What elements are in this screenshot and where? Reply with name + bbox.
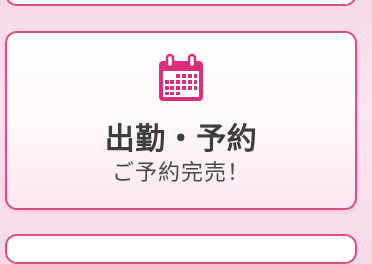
schedule-reservation-button[interactable]: 出勤・予約 ご予約完売！ [5,31,357,210]
card-subtitle: ご予約完売！ [111,161,250,186]
card-title: 出勤・予約 [104,122,258,157]
menu-card-next[interactable] [5,234,357,264]
menu-card-previous[interactable] [5,0,357,6]
calendar-icon [159,53,203,101]
